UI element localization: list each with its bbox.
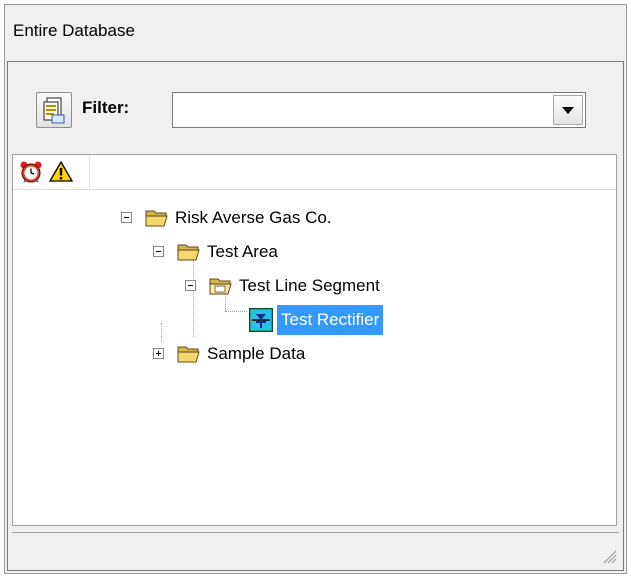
- report-button[interactable]: [36, 92, 72, 128]
- rectifier-icon: [249, 308, 273, 332]
- tree-node-label: Sample Data: [207, 344, 306, 363]
- filter-label: Filter:: [82, 98, 130, 117]
- collapse-toggle[interactable]: [185, 280, 196, 291]
- filter-dropdown-button[interactable]: [553, 95, 583, 125]
- toolbar: Filter:: [8, 62, 623, 154]
- folder-open-icon: [177, 244, 200, 261]
- filter-combobox[interactable]: [172, 92, 586, 128]
- report-icon: [43, 97, 65, 124]
- tree-node-label: Test Rectifier: [277, 305, 384, 335]
- tree-connector: [193, 257, 195, 337]
- folder-open-icon: [177, 346, 200, 363]
- tree-view[interactable]: Risk Averse Gas Co. Test Area Test Line …: [12, 154, 617, 526]
- collapse-toggle[interactable]: [153, 246, 164, 257]
- chevron-down-icon: [562, 107, 574, 114]
- folder-open-icon: [145, 210, 168, 227]
- column-divider: [89, 155, 90, 188]
- folder-open-icon: [209, 278, 232, 295]
- tree-connector: [161, 323, 163, 341]
- explorer-panel: Filter: Risk Averse Gas Co. Test Area Te…: [7, 61, 624, 571]
- tree-node-label: Risk Averse Gas Co.: [175, 208, 332, 227]
- filter-input[interactable]: [173, 93, 543, 127]
- tree-node-label: Test Area: [207, 242, 278, 261]
- warning-icon[interactable]: [49, 160, 73, 184]
- tree-header: [13, 155, 616, 190]
- window-frame: Entire Database Filter: Risk Averse Gas …: [4, 4, 627, 574]
- window-title: Entire Database: [13, 21, 135, 40]
- tree-node-label: Test Line Segment: [239, 276, 380, 295]
- tree-connector: [225, 311, 247, 313]
- status-bar: [12, 532, 619, 566]
- resize-grip-icon[interactable]: [599, 546, 617, 564]
- alarm-clock-icon[interactable]: [19, 160, 43, 184]
- collapse-toggle[interactable]: [121, 212, 132, 223]
- expand-toggle[interactable]: [153, 348, 164, 359]
